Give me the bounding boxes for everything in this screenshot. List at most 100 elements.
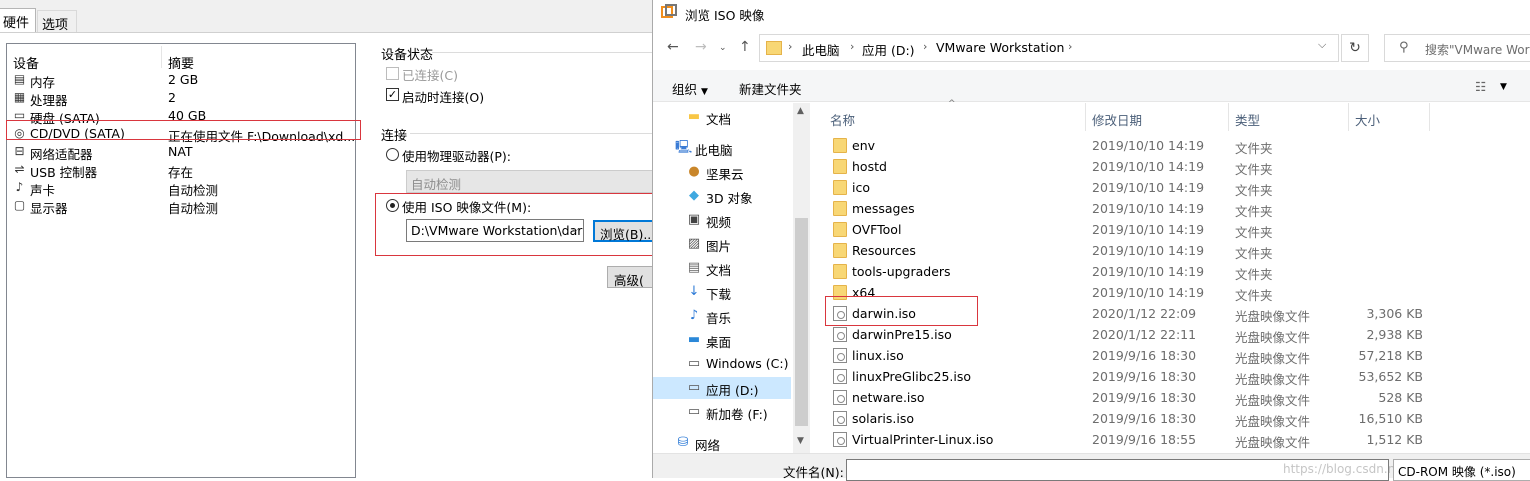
- tab-options[interactable]: 选项: [37, 10, 77, 33]
- search-icon: ⚲: [1399, 40, 1409, 55]
- nav-item[interactable]: ▤ 文档: [653, 257, 791, 279]
- chevron-down-icon[interactable]: ⌵: [1318, 38, 1326, 52]
- documents-icon: ▤: [687, 260, 701, 275]
- scroll-up-icon[interactable]: ▲: [797, 106, 804, 116]
- file-date: 2019/10/10 14:19: [1092, 201, 1205, 216]
- file-row[interactable]: tools-upgraders 2019/10/10 14:19 文件夹: [811, 261, 1530, 282]
- device-list[interactable]: 设备 摘要 ▤ 内存 2 GB ▦ 处理器 2 ▭ 硬盘 (SATA) 40 GB ◎ CD/DVD…: [6, 43, 356, 478]
- column-type[interactable]: 类型: [1235, 110, 1260, 129]
- processor-icon: ▦: [13, 90, 26, 104]
- disc-image-icon: [833, 411, 847, 426]
- file-type: 文件夹: [1235, 267, 1273, 282]
- organize-label: 组织: [672, 82, 698, 97]
- nav-item-label: 文档: [706, 263, 732, 278]
- device-summary: 2 GB: [168, 72, 199, 87]
- file-row[interactable]: darwinPre15.iso 2020/1/12 22:11 光盘映像文件 2,93…: [811, 324, 1530, 345]
- refresh-button[interactable]: ↻: [1341, 34, 1369, 62]
- nav-item[interactable]: ◆ 3D 对象: [653, 185, 791, 207]
- file-type: 文件夹: [1235, 288, 1273, 303]
- search-input[interactable]: ⚲ 搜索"VMware Wor: [1384, 34, 1530, 62]
- device-row[interactable]: ♪ 声卡 自动检测: [7, 179, 355, 199]
- address-bar[interactable]: › 此电脑 › 应用 (D:) › VMware Workstation › ⌵: [759, 34, 1339, 62]
- summary-column-header[interactable]: 摘要: [168, 53, 194, 72]
- device-name: 显示器: [30, 201, 68, 216]
- forward-arrow-icon[interactable]: →: [695, 39, 707, 55]
- file-row[interactable]: Resources 2019/10/10 14:19 文件夹: [811, 240, 1530, 261]
- file-row[interactable]: netware.iso 2019/9/16 18:30 光盘映像文件 528 KB: [811, 387, 1530, 408]
- breadcrumb-this-pc[interactable]: 此电脑: [802, 40, 840, 59]
- file-date: 2019/10/10 14:19: [1092, 264, 1205, 279]
- folder-icon: [833, 180, 847, 195]
- nav-item[interactable]: ▬ 文档: [653, 106, 791, 128]
- view-options-icon[interactable]: ☷: [1475, 79, 1486, 94]
- chevron-right-icon[interactable]: ›: [850, 40, 854, 53]
- download-icon: ↓: [688, 284, 700, 299]
- file-row[interactable]: ico 2019/10/10 14:19 文件夹: [811, 177, 1530, 198]
- file-list[interactable]: ^ 名称 修改日期 类型 大小 env 2019/10/10 14:19 文件夹 ho…: [811, 99, 1530, 453]
- network-icon: ⛁: [677, 435, 689, 450]
- new-folder-button[interactable]: 新建文件夹: [739, 79, 802, 98]
- file-date: 2020/1/12 22:09: [1092, 306, 1197, 321]
- column-date[interactable]: 修改日期: [1092, 110, 1142, 129]
- chevron-right-icon[interactable]: ›: [788, 40, 792, 53]
- file-type: 光盘映像文件: [1235, 435, 1311, 450]
- device-column-header[interactable]: 设备: [13, 53, 39, 72]
- scroll-thumb[interactable]: [795, 218, 808, 426]
- connect-at-power-on-checkbox[interactable]: ✓: [386, 88, 399, 101]
- file-row[interactable]: linuxPreGlibc25.iso 2019/9/16 18:30 光盘映像文件…: [811, 366, 1530, 387]
- nav-item[interactable]: ● 坚果云: [653, 161, 791, 183]
- nav-item[interactable]: ⛁ 网络: [653, 432, 791, 454]
- navigation-pane[interactable]: ▬ 文档 🖳 此电脑 ● 坚果云 ◆ 3D 对象 ▣ 视频 ▨ 图片 ▤ 文档 ↓ 下载 ♪ 音乐 ▬ 桌面 ▭ Wind…: [653, 103, 793, 453]
- file-row[interactable]: solaris.iso 2019/9/16 18:30 光盘映像文件 16,510 K…: [811, 408, 1530, 429]
- scroll-down-icon[interactable]: ▼: [797, 436, 804, 446]
- file-row[interactable]: VirtualPrinter-Linux.iso 2019/9/16 18:55 光…: [811, 429, 1530, 450]
- file-row[interactable]: hostd 2019/10/10 14:19 文件夹: [811, 156, 1530, 177]
- music-icon: ♪: [689, 308, 699, 323]
- group-line: [410, 133, 656, 134]
- file-row[interactable]: messages 2019/10/10 14:19 文件夹: [811, 198, 1530, 219]
- physical-drive-radio[interactable]: [386, 148, 399, 161]
- device-row[interactable]: ⇌ USB 控制器 存在: [7, 161, 355, 181]
- device-row[interactable]: ▦ 处理器 2: [7, 89, 355, 108]
- back-arrow-icon[interactable]: ←: [667, 39, 679, 55]
- nav-item[interactable]: ▨ 图片: [653, 233, 791, 255]
- file-type: 光盘映像文件: [1235, 330, 1311, 345]
- chevron-right-icon[interactable]: ›: [923, 40, 927, 53]
- device-row[interactable]: ▢ 显示器 自动检测: [7, 197, 355, 217]
- nav-item[interactable]: ▭ 新加卷 (F:): [653, 401, 791, 423]
- nav-item[interactable]: ▬ 桌面: [653, 329, 791, 351]
- file-date: 2019/9/16 18:30: [1092, 411, 1197, 426]
- nav-item[interactable]: ▣ 视频: [653, 209, 791, 231]
- nav-item[interactable]: ♪ 音乐: [653, 305, 791, 327]
- nav-item[interactable]: ▭ 应用 (D:): [653, 377, 791, 399]
- nav-item[interactable]: ▭ Windows (C:): [653, 353, 791, 375]
- chevron-right-icon[interactable]: ›: [1068, 40, 1072, 53]
- caret-down-icon: ▼: [701, 87, 708, 97]
- breadcrumb-drive-d[interactable]: 应用 (D:): [862, 40, 915, 59]
- column-size[interactable]: 大小: [1355, 110, 1380, 129]
- tab-hardware[interactable]: 硬件: [0, 8, 36, 33]
- pictures-icon: ▨: [687, 236, 701, 251]
- file-name: linuxPreGlibc25.iso: [852, 369, 972, 384]
- device-row[interactable]: ▤ 内存 2 GB: [7, 71, 355, 90]
- organize-menu[interactable]: 组织 ▼: [672, 79, 708, 98]
- recent-locations-icon[interactable]: ⌄: [719, 43, 727, 53]
- nav-scrollbar[interactable]: ▲ ▼: [793, 103, 810, 453]
- connected-checkbox[interactable]: [386, 67, 399, 80]
- column-name[interactable]: 名称: [830, 110, 855, 129]
- file-row[interactable]: linux.iso 2019/9/16 18:30 光盘映像文件 57,218 KB: [811, 345, 1530, 366]
- file-size: 16,510 KB: [1358, 411, 1423, 426]
- file-name: ico: [852, 180, 870, 195]
- breadcrumb-vmware-workstation[interactable]: VMware Workstation: [936, 40, 1064, 55]
- file-date: 2019/10/10 14:19: [1092, 180, 1205, 195]
- file-row[interactable]: OVFTool 2019/10/10 14:19 文件夹: [811, 219, 1530, 240]
- nav-item[interactable]: 🖳 此电脑: [653, 137, 791, 159]
- device-row[interactable]: ⊟ 网络适配器 NAT: [7, 143, 355, 162]
- up-arrow-icon[interactable]: ↑: [739, 39, 751, 55]
- advanced-button[interactable]: 高级(: [607, 266, 656, 288]
- file-row[interactable]: env 2019/10/10 14:19 文件夹: [811, 135, 1530, 156]
- nav-item-label: 图片: [706, 239, 732, 254]
- caret-down-icon[interactable]: ▼: [1500, 82, 1507, 92]
- nav-item[interactable]: ↓ 下载: [653, 281, 791, 303]
- physical-drive-select[interactable]: 自动检测: [406, 170, 656, 193]
